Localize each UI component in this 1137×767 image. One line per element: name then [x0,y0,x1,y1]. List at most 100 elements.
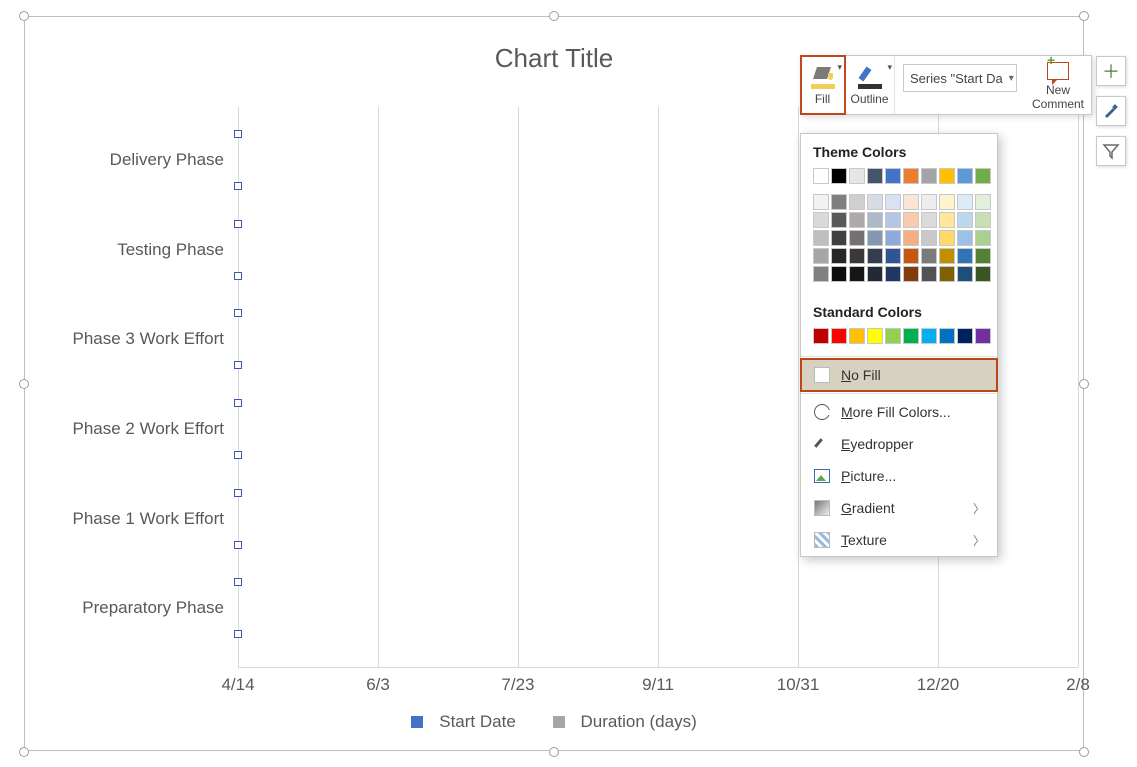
color-swatch[interactable] [849,266,865,282]
chart-styles-button[interactable] [1096,96,1126,126]
color-swatch[interactable] [939,168,955,184]
color-swatch[interactable] [885,248,901,264]
color-swatch[interactable] [975,248,991,264]
color-swatch[interactable] [885,230,901,246]
color-swatch[interactable] [813,194,829,210]
fill-button[interactable]: ▾ Fill [801,56,845,114]
texture-icon [814,532,830,548]
color-swatch[interactable] [831,266,847,282]
resize-handle[interactable] [1079,379,1089,389]
color-swatch[interactable] [813,266,829,282]
color-swatch[interactable] [903,212,919,228]
color-swatch[interactable] [939,266,955,282]
color-swatch[interactable] [831,194,847,210]
color-swatch[interactable] [831,230,847,246]
color-swatch[interactable] [849,212,865,228]
color-swatch[interactable] [975,266,991,282]
eyedropper-item[interactable]: Eyedropper [801,428,997,460]
color-swatch[interactable] [867,248,883,264]
color-swatch[interactable] [849,168,865,184]
color-swatch[interactable] [885,194,901,210]
color-swatch[interactable] [957,328,973,344]
resize-handle[interactable] [549,11,559,21]
color-swatch[interactable] [867,230,883,246]
color-swatch[interactable] [921,212,937,228]
resize-handle[interactable] [19,747,29,757]
color-swatch[interactable] [903,266,919,282]
color-swatch[interactable] [957,230,973,246]
resize-handle[interactable] [19,11,29,21]
color-swatch[interactable] [921,248,937,264]
legend[interactable]: Start Date Duration (days) [25,712,1083,732]
legend-label: Duration (days) [581,712,697,731]
color-swatch[interactable] [885,328,901,344]
color-swatch[interactable] [939,248,955,264]
color-swatch[interactable] [813,328,829,344]
color-swatch[interactable] [867,328,883,344]
texture-item[interactable]: Texture 〉 [801,524,997,556]
color-swatch[interactable] [939,212,955,228]
y-category-label: Phase 1 Work Effort [73,509,239,529]
color-swatch[interactable] [939,328,955,344]
color-swatch[interactable] [903,248,919,264]
color-swatch[interactable] [849,248,865,264]
x-tick-label: 7/23 [501,675,534,695]
gridline [658,107,659,667]
color-swatch[interactable] [813,212,829,228]
color-swatch[interactable] [921,194,937,210]
new-comment-button[interactable]: NewComment [1025,56,1091,114]
color-swatch[interactable] [957,266,973,282]
color-swatch[interactable] [957,168,973,184]
color-swatch[interactable] [849,194,865,210]
color-swatch[interactable] [921,168,937,184]
legend-entry[interactable]: Duration (days) [545,712,705,731]
no-fill-item[interactable]: No Fill [801,359,997,391]
color-swatch[interactable] [921,230,937,246]
color-swatch[interactable] [903,230,919,246]
x-tick-label: 10/31 [777,675,820,695]
color-swatch[interactable] [975,194,991,210]
color-swatch[interactable] [867,168,883,184]
resize-handle[interactable] [549,747,559,757]
legend-entry[interactable]: Start Date [403,712,524,731]
color-swatch[interactable] [813,248,829,264]
color-swatch[interactable] [849,328,865,344]
color-swatch[interactable] [849,230,865,246]
color-swatch[interactable] [831,168,847,184]
color-swatch[interactable] [957,212,973,228]
color-swatch[interactable] [867,212,883,228]
color-swatch[interactable] [957,194,973,210]
color-swatch[interactable] [975,328,991,344]
color-swatch[interactable] [867,194,883,210]
color-swatch[interactable] [813,168,829,184]
chart-filters-button[interactable] [1096,136,1126,166]
gradient-item[interactable]: Gradient 〉 [801,492,997,524]
color-swatch[interactable] [831,248,847,264]
series-selector[interactable]: Series "Start Da ▾ [903,64,1017,92]
resize-handle[interactable] [1079,11,1089,21]
color-swatch[interactable] [813,230,829,246]
resize-handle[interactable] [19,379,29,389]
color-swatch[interactable] [957,248,973,264]
color-swatch[interactable] [885,266,901,282]
color-swatch[interactable] [939,230,955,246]
color-swatch[interactable] [903,194,919,210]
color-swatch[interactable] [975,212,991,228]
color-swatch[interactable] [903,168,919,184]
color-swatch[interactable] [939,194,955,210]
picture-item[interactable]: Picture... [801,460,997,492]
color-swatch[interactable] [921,328,937,344]
color-swatch[interactable] [975,230,991,246]
color-swatch[interactable] [867,266,883,282]
color-swatch[interactable] [921,266,937,282]
color-swatch[interactable] [975,168,991,184]
resize-handle[interactable] [1079,747,1089,757]
outline-button[interactable]: ▾ Outline [845,56,895,114]
color-swatch[interactable] [831,212,847,228]
more-fill-colors-item[interactable]: More Fill Colors... [801,396,997,428]
color-swatch[interactable] [831,328,847,344]
chart-elements-button[interactable]: ＋ [1096,56,1126,86]
color-swatch[interactable] [885,168,901,184]
color-swatch[interactable] [903,328,919,344]
color-swatch[interactable] [885,212,901,228]
